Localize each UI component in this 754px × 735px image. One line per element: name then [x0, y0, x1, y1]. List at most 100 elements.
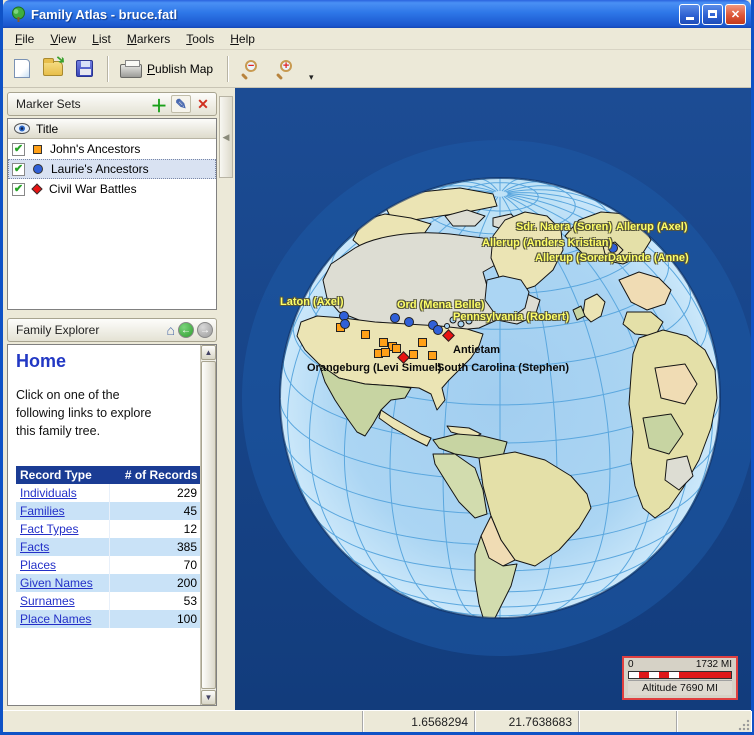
panel-splitter[interactable]: ◀: [217, 88, 235, 710]
map-circle-marker[interactable]: [433, 325, 443, 335]
record-table-row: Fact Types 12: [16, 520, 203, 539]
menu-view[interactable]: View: [42, 29, 84, 49]
altitude-label: Altitude 7690 MI: [628, 680, 732, 695]
family-explorer-title: Family Explorer: [16, 323, 100, 337]
record-type-link[interactable]: Fact Types: [20, 522, 78, 536]
back-button[interactable]: ←: [178, 322, 194, 338]
record-table-row: Places 70: [16, 556, 203, 575]
map-circle-marker[interactable]: [390, 313, 400, 323]
map-circle-marker[interactable]: [404, 317, 414, 327]
marker-set-row[interactable]: ✔ Laurie's Ancestors: [8, 159, 216, 179]
menu-list[interactable]: List: [84, 29, 119, 49]
zoom-out-icon: −: [240, 58, 262, 80]
title-bar[interactable]: Family Atlas - bruce.fatl ✕: [3, 0, 751, 28]
record-type-link[interactable]: Given Names: [20, 576, 93, 590]
publish-map-label: Publish Map: [147, 61, 214, 76]
menu-tools[interactable]: Tools: [178, 29, 222, 49]
record-type-link[interactable]: Families: [20, 504, 65, 518]
checkbox-icon[interactable]: ✔: [12, 182, 25, 196]
circle-marker-icon: [33, 164, 43, 174]
zoom-in-icon: +: [275, 58, 297, 80]
maximize-button[interactable]: [702, 3, 723, 25]
record-type-link[interactable]: Facts: [20, 540, 49, 554]
delete-marker-set-button[interactable]: ✕: [193, 95, 213, 113]
scrollbar-thumb[interactable]: [201, 361, 216, 689]
scale-bar: [628, 671, 732, 679]
map-label: South Carolina (Stephen): [437, 362, 569, 374]
marker-set-list: ✔ John's Ancestors ✔ Laurie's Ancestors ✔ Civ…: [8, 139, 216, 199]
scroll-up-icon[interactable]: ▲: [201, 345, 216, 360]
minimize-button[interactable]: [679, 3, 700, 25]
zoom-out-button[interactable]: −: [235, 54, 267, 84]
app-icon: [12, 6, 25, 22]
save-floppy-icon: [76, 60, 93, 77]
record-count-value: 53: [109, 592, 203, 611]
printer-icon: [120, 59, 142, 78]
record-table-body: Individuals 229 Families 45 Fact Types 12 Fact…: [16, 484, 203, 629]
map-square-marker[interactable]: [379, 338, 388, 347]
publish-map-button[interactable]: Publish Map: [115, 56, 218, 82]
marker-sets-column-header[interactable]: Title: [8, 119, 216, 139]
record-table-row: Place Names 100: [16, 610, 203, 629]
map-label: Antietam: [453, 344, 501, 356]
marker-set-row[interactable]: ✔ John's Ancestors: [8, 139, 216, 159]
map-label: Allerup (Axel): [616, 221, 688, 233]
marker-set-row[interactable]: ✔ Civil War Battles: [8, 179, 216, 199]
record-count-value: 100: [109, 610, 203, 629]
marker-sets-header: Marker Sets ＋ ✎ ✕: [7, 92, 217, 116]
add-marker-set-button[interactable]: ＋: [149, 95, 169, 116]
scale-max-label: 1732 MI: [695, 659, 732, 670]
map-square-marker[interactable]: [409, 350, 418, 359]
eye-icon: [14, 123, 30, 134]
status-latitude-value: 21.7638683: [475, 711, 579, 732]
checkbox-icon[interactable]: ✔: [12, 162, 25, 176]
map-label: Davinde (Anne): [608, 252, 689, 264]
toolbar: Publish Map − + ▾: [3, 50, 751, 88]
map-canvas[interactable]: Sdr. Naera (Soren) Allerup (Axel) Allerup …: [235, 88, 751, 710]
scroll-down-icon[interactable]: ▼: [201, 690, 216, 705]
map-square-marker[interactable]: [361, 330, 370, 339]
map-label: Laton (Axel): [280, 296, 344, 308]
explorer-scrollbar[interactable]: ▲ ▼: [200, 345, 216, 705]
resize-grip[interactable]: [738, 719, 750, 731]
record-table-row: Facts 385: [16, 538, 203, 557]
home-button[interactable]: ⌂: [167, 322, 175, 338]
new-button[interactable]: [9, 55, 35, 82]
close-button[interactable]: ✕: [725, 3, 746, 25]
family-explorer-header: Family Explorer ⌂ ← →: [7, 318, 217, 342]
record-type-link[interactable]: Surnames: [20, 594, 75, 608]
map-square-marker[interactable]: [381, 348, 390, 357]
menu-file[interactable]: File: [7, 29, 42, 49]
family-explorer-panel: Home Click on one of the following links…: [7, 344, 217, 706]
save-button[interactable]: [71, 56, 98, 81]
collapse-panel-button[interactable]: ◀: [219, 96, 233, 178]
map-square-marker[interactable]: [428, 351, 437, 360]
open-button[interactable]: [38, 57, 68, 80]
content-area: Marker Sets ＋ ✎ ✕ Title ✔ John's Ancestor…: [3, 88, 751, 710]
map-label: Pennsylvania (Robert): [453, 311, 570, 323]
record-table-row: Surnames 53: [16, 592, 203, 611]
window-title: Family Atlas - bruce.fatl: [31, 6, 178, 22]
zoom-in-button[interactable]: +: [270, 54, 302, 84]
record-type-link[interactable]: Individuals: [20, 486, 77, 500]
marker-set-label: John's Ancestors: [50, 142, 141, 156]
menu-bar: File View List Markers Tools Help: [3, 28, 751, 50]
edit-marker-set-button[interactable]: ✎: [171, 95, 191, 113]
checkbox-icon[interactable]: ✔: [12, 142, 25, 156]
menu-markers[interactable]: Markers: [119, 29, 178, 49]
record-type-link[interactable]: Places: [20, 558, 56, 572]
map-circle-marker[interactable]: [340, 319, 350, 329]
toolbar-overflow-arrow-icon[interactable]: ▾: [309, 72, 314, 87]
status-bar: 1.6568294 21.7638683: [3, 710, 751, 732]
record-table: Record Type # of Records Individuals 229 F…: [16, 466, 203, 629]
map-square-marker[interactable]: [392, 344, 401, 353]
column-title-label: Title: [36, 121, 59, 136]
status-longitude-value: 1.6568294: [363, 711, 475, 732]
forward-button[interactable]: →: [197, 322, 213, 338]
record-type-link[interactable]: Place Names: [20, 612, 91, 626]
menu-help[interactable]: Help: [222, 29, 263, 49]
status-pane-extra: [579, 711, 677, 732]
map-square-marker[interactable]: [418, 338, 427, 347]
marker-set-label: Civil War Battles: [49, 182, 137, 196]
record-count-value: 70: [109, 556, 203, 575]
